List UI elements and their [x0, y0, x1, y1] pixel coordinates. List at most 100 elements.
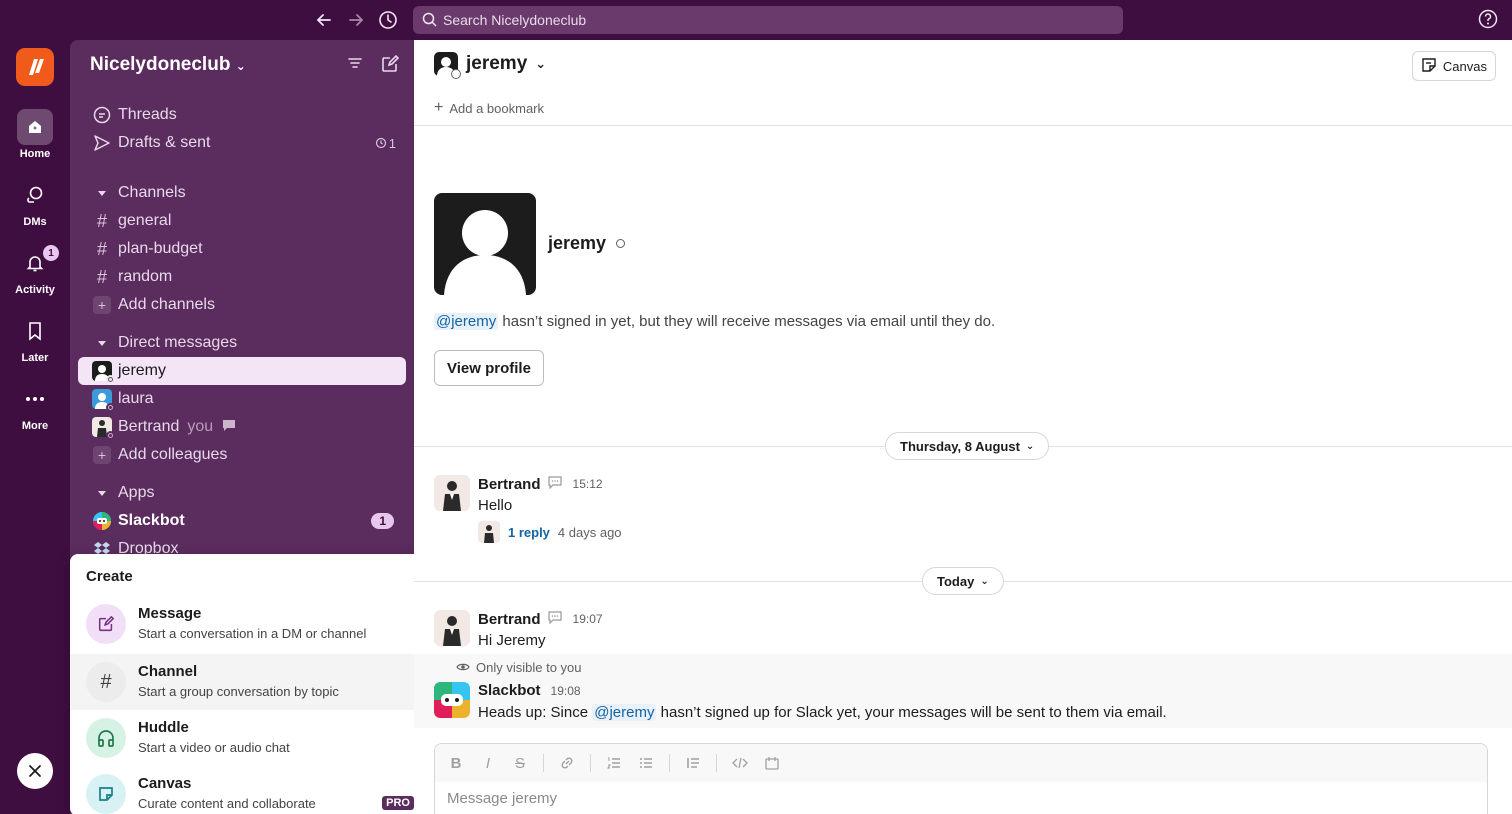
- bold-icon[interactable]: B: [447, 754, 465, 772]
- close-icon: [29, 765, 41, 777]
- message-author[interactable]: Bertrand: [478, 611, 541, 628]
- add-colleagues-button[interactable]: + Add colleagues: [78, 441, 406, 469]
- workspace-logo[interactable]: [16, 48, 54, 86]
- conversation-pane: jeremy ⌄ + Add a bookmark Canvas jeremy …: [414, 40, 1512, 814]
- create-message-option[interactable]: Message Start a conversation in a DM or …: [70, 596, 430, 652]
- view-profile-button[interactable]: View profile: [434, 350, 544, 386]
- back-arrow-icon[interactable]: [312, 8, 336, 32]
- message-timestamp[interactable]: 15:12: [573, 477, 603, 491]
- dm-label: Bertrand: [118, 418, 180, 435]
- date-jump-button[interactable]: Today ⌄: [922, 567, 1004, 595]
- formatting-toolbar: B I S: [435, 744, 1487, 782]
- pro-badge: PRO: [382, 796, 414, 810]
- avatar[interactable]: [434, 610, 470, 646]
- app-rail: Home DMs 1 Activity Later More: [0, 40, 70, 814]
- sidebar-item-channel[interactable]: # plan-budget: [78, 235, 406, 263]
- channels-section-header[interactable]: Channels: [78, 179, 406, 207]
- user-mention[interactable]: @jeremy: [592, 704, 657, 721]
- close-create-button[interactable]: [17, 753, 53, 789]
- slackbot-icon[interactable]: [434, 682, 470, 718]
- option-title: Message: [138, 605, 202, 622]
- option-description: Start a video or audio chat: [138, 740, 290, 755]
- profile-avatar[interactable]: [434, 193, 536, 295]
- rail-more[interactable]: More: [0, 381, 70, 432]
- message[interactable]: Bertrand 15:12 Hello 1 reply 4 days ago: [434, 475, 1494, 545]
- dm-header-label: Direct messages: [118, 334, 238, 351]
- canvas-icon: [1421, 57, 1437, 76]
- dm-section-header[interactable]: Direct messages: [78, 329, 406, 357]
- reply-count-link[interactable]: 1 reply: [508, 525, 550, 540]
- sidebar-item-dm-jeremy[interactable]: jeremy: [78, 357, 406, 385]
- date-label: Thursday, 8 August: [900, 438, 1020, 454]
- add-channels-label: Add channels: [118, 296, 215, 313]
- message[interactable]: Slackbot 19:08 Heads up: Since @jeremy h…: [434, 682, 1494, 726]
- message-author[interactable]: Bertrand: [478, 476, 541, 493]
- bullet-list-icon[interactable]: [637, 754, 655, 772]
- rail-more-label: More: [21, 420, 49, 432]
- threads-icon: [92, 105, 112, 125]
- reply-age: 4 days ago: [557, 524, 622, 540]
- create-canvas-option[interactable]: Canvas Curate content and collaborate PR…: [70, 766, 430, 814]
- sidebar-item-channel[interactable]: # general: [78, 207, 406, 235]
- canvas-icon: [86, 774, 126, 814]
- italic-icon[interactable]: I: [479, 754, 497, 772]
- plus-icon: +: [434, 99, 444, 116]
- canvas-button[interactable]: Canvas: [1411, 51, 1496, 81]
- code-icon[interactable]: [731, 754, 749, 772]
- create-huddle-option[interactable]: Huddle Start a video or audio chat: [70, 710, 430, 766]
- code-block-icon[interactable]: [763, 754, 781, 772]
- view-profile-label: View profile: [447, 359, 531, 377]
- rail-dms[interactable]: DMs: [0, 177, 70, 228]
- sidebar-item-channel[interactable]: # random: [78, 263, 406, 291]
- rail-activity[interactable]: 1 Activity: [0, 245, 70, 296]
- message-timestamp[interactable]: 19:07: [573, 612, 603, 626]
- presence-indicator: [106, 403, 115, 412]
- search-input[interactable]: Search Nicelydoneclub: [413, 6, 1123, 34]
- avatar: [478, 521, 500, 543]
- rail-later[interactable]: Later: [0, 313, 70, 364]
- date-jump-button[interactable]: Thursday, 8 August ⌄: [885, 432, 1050, 460]
- workspace-name[interactable]: Nicelydoneclub ⌄: [90, 54, 246, 76]
- message-timestamp[interactable]: 19:08: [551, 684, 581, 698]
- avatar: [92, 389, 115, 412]
- compose-icon[interactable]: [380, 54, 400, 79]
- help-icon[interactable]: [1478, 9, 1500, 31]
- dms-icon: [17, 177, 53, 213]
- create-channel-option[interactable]: # Channel Start a group conversation by …: [70, 654, 430, 710]
- add-channels-button[interactable]: + Add channels: [78, 291, 406, 319]
- ordered-list-icon[interactable]: [605, 754, 623, 772]
- profile-name[interactable]: jeremy: [548, 233, 626, 254]
- rail-later-label: Later: [21, 352, 49, 364]
- add-bookmark-button[interactable]: + Add a bookmark: [434, 99, 544, 117]
- message-input[interactable]: [447, 790, 1347, 807]
- slackbot-icon: [92, 511, 112, 531]
- channel-title[interactable]: jeremy ⌄: [434, 52, 546, 79]
- strikethrough-icon[interactable]: S: [511, 754, 529, 772]
- apps-section-header[interactable]: Apps: [78, 479, 406, 507]
- blockquote-icon[interactable]: [684, 754, 702, 772]
- history-clock-icon[interactable]: [376, 8, 400, 32]
- canvas-button-label: Canvas: [1442, 58, 1487, 74]
- sidebar-item-drafts[interactable]: Drafts & sent 1: [78, 129, 406, 157]
- rail-activity-label: Activity: [15, 284, 55, 296]
- avatar[interactable]: [434, 475, 470, 511]
- sidebar-item-app-slackbot[interactable]: Slackbot 1: [78, 507, 406, 535]
- sidebar-item-threads[interactable]: Threads: [78, 101, 406, 129]
- plus-icon: +: [93, 446, 111, 464]
- activity-badge: 1: [43, 245, 59, 261]
- avatar: [92, 417, 115, 440]
- user-mention[interactable]: @jeremy: [434, 313, 499, 330]
- forward-arrow-icon[interactable]: [344, 8, 368, 32]
- sidebar-item-dm-laura[interactable]: laura: [78, 385, 406, 413]
- filter-icon[interactable]: [346, 54, 364, 79]
- speech-bubble-icon: [221, 418, 237, 437]
- link-icon[interactable]: [558, 754, 576, 772]
- thread-replies[interactable]: 1 reply 4 days ago: [478, 521, 622, 543]
- create-menu: Create Message Start a conversation in a…: [70, 554, 430, 814]
- rail-home[interactable]: Home: [0, 109, 70, 160]
- message-author[interactable]: Slackbot: [478, 682, 541, 699]
- message[interactable]: Bertrand 19:07 Hi Jeremy: [434, 610, 1494, 654]
- sidebar-item-dm-bertrand[interactable]: Bertrand you: [78, 413, 406, 441]
- drafts-label: Drafts & sent: [118, 134, 211, 151]
- message-text-part: Heads up: Since: [478, 704, 593, 721]
